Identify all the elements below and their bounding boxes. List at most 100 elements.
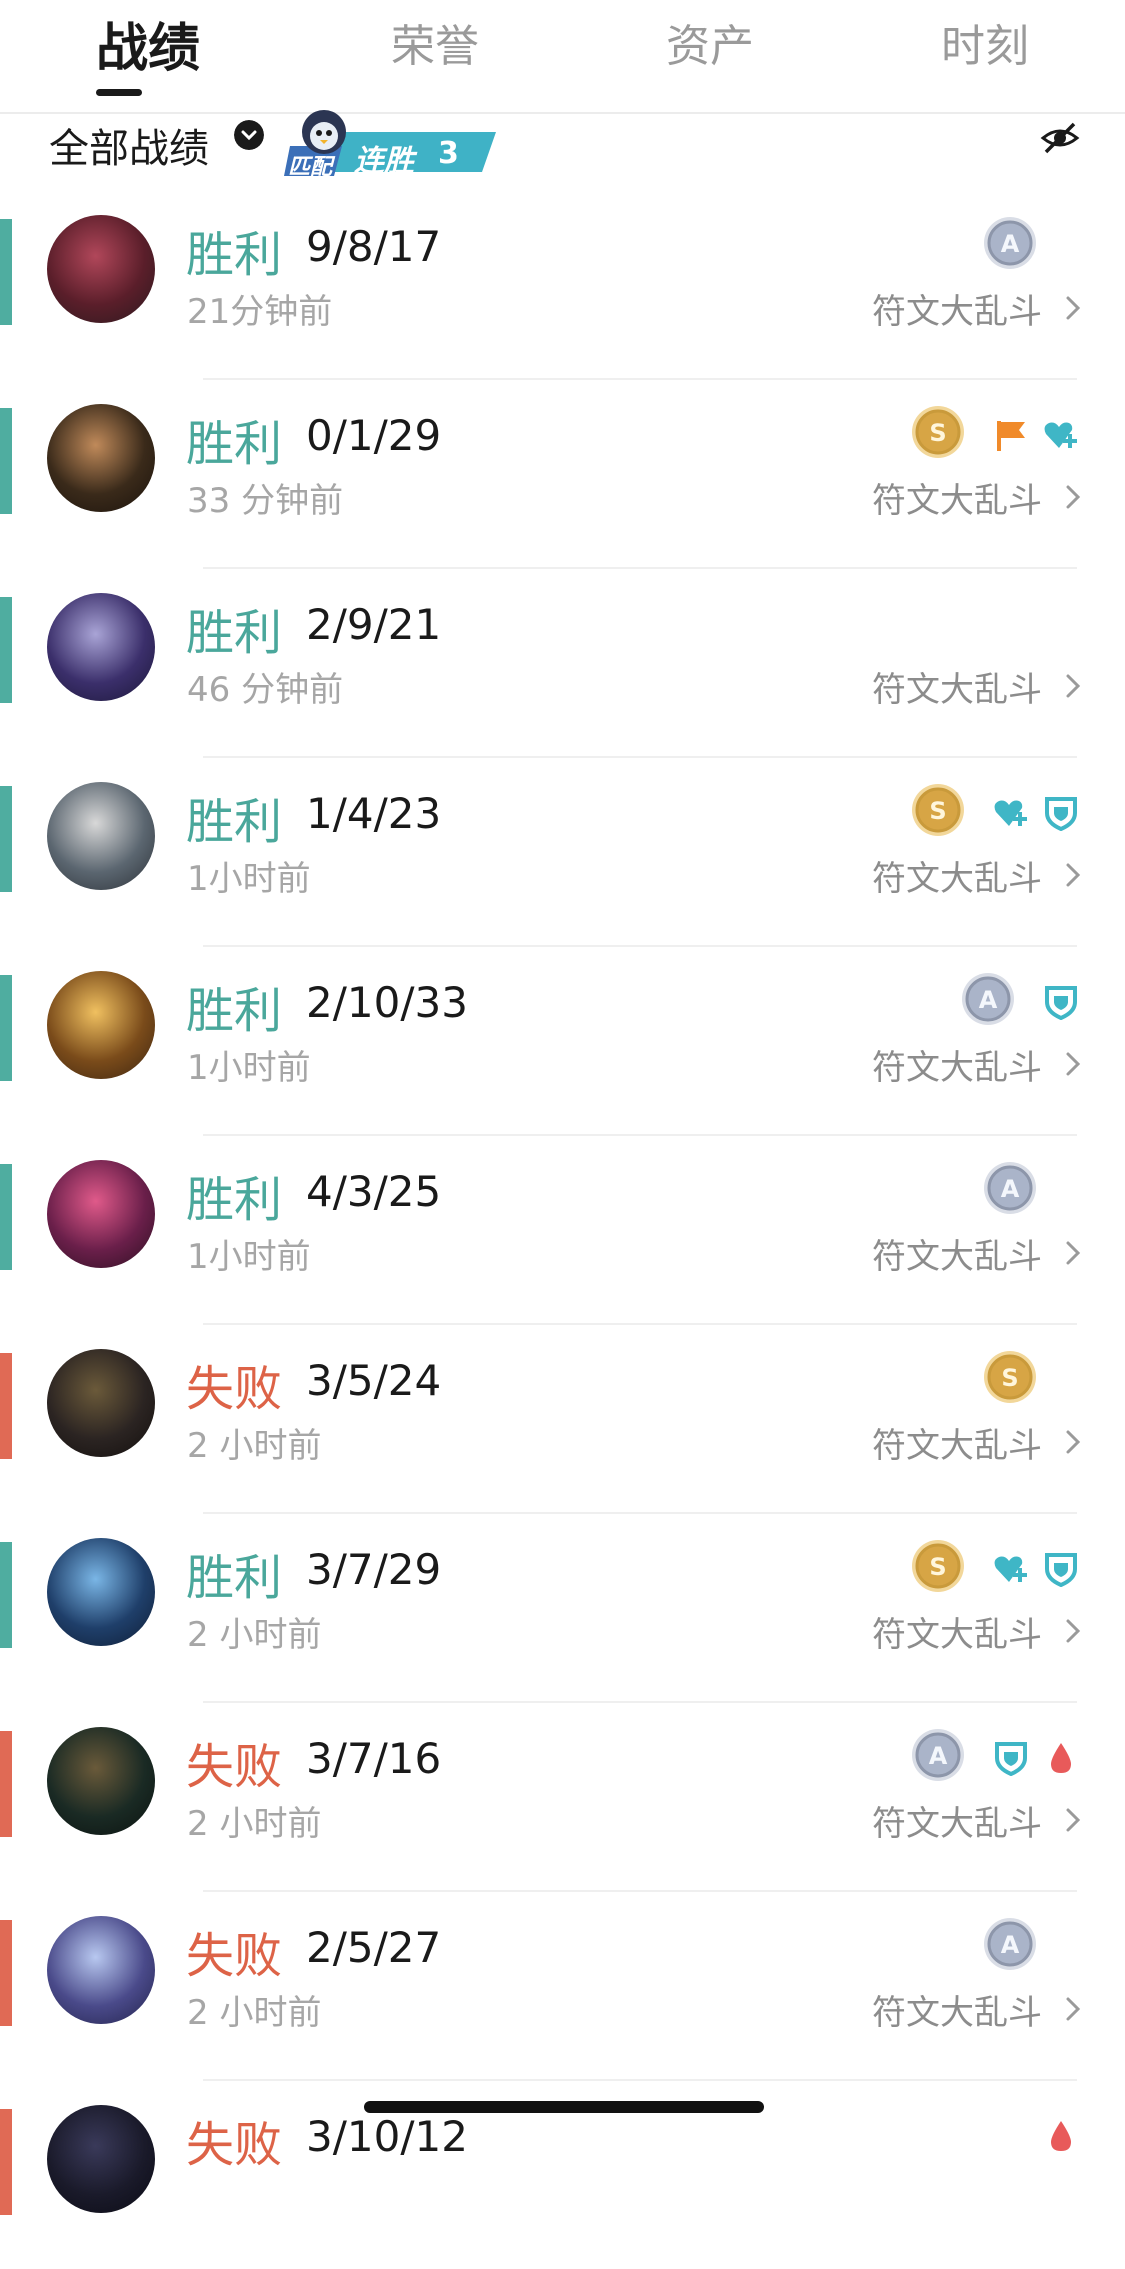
match-time: 2 小时前 [187, 1804, 322, 1844]
match-row[interactable]: 胜利 2/9/21 46 分钟前 符文大乱斗 [0, 568, 1125, 758]
match-row[interactable]: 胜利 0/1/29 33 分钟前 符文大乱斗 S [0, 379, 1125, 569]
chevron-right-icon [1066, 296, 1081, 320]
match-kda: 3/10/12 [306, 2112, 468, 2161]
champion-avatar [47, 1538, 155, 1646]
result-indicator-bar [0, 1542, 12, 1648]
rank-s-badge-icon: S [911, 1539, 965, 1593]
active-tab-indicator [96, 89, 142, 96]
svg-text:A: A [979, 986, 998, 1014]
match-kda: 2/9/21 [306, 600, 442, 649]
match-time: 2 小时前 [187, 1993, 322, 2033]
match-result: 胜利 [186, 983, 283, 1039]
svg-text:A: A [929, 1742, 948, 1770]
champion-avatar [47, 1349, 155, 1457]
result-indicator-bar [0, 2109, 12, 2215]
result-indicator-bar [0, 786, 12, 892]
result-indicator-bar [0, 597, 12, 703]
shield-icon [1043, 1551, 1079, 1588]
match-time: 46 分钟前 [187, 670, 344, 710]
match-row[interactable]: 失败 3/7/16 2 小时前 符文大乱斗 A [0, 1702, 1125, 1892]
match-row[interactable]: 胜利 1/4/23 1小时前 符文大乱斗 S [0, 757, 1125, 947]
streak-queue-label: 匹配 [288, 155, 333, 180]
shield-icon [1043, 984, 1079, 1021]
match-row[interactable]: 胜利 4/3/25 1小时前 符文大乱斗 A [0, 1135, 1125, 1325]
home-indicator [364, 2101, 764, 2113]
game-mode: 符文大乱斗 [872, 1237, 1042, 1277]
champion-avatar [47, 1160, 155, 1268]
svg-text:A: A [1001, 1175, 1020, 1203]
result-indicator-bar [0, 219, 12, 325]
svg-text:S: S [929, 419, 946, 447]
match-time: 1小时前 [187, 1048, 311, 1088]
match-result: 胜利 [186, 794, 283, 850]
shield-icon [1043, 795, 1079, 832]
streak-label: 连胜 [354, 144, 414, 179]
win-streak-badge: 匹配 连胜 3 [282, 108, 496, 180]
match-kda: 9/8/17 [306, 222, 442, 271]
filter-dropdown[interactable]: 全部战绩 [49, 116, 209, 174]
tab-moments[interactable]: 时刻 [885, 10, 1085, 74]
champion-avatar [47, 593, 155, 701]
shield-icon [993, 1740, 1029, 1777]
match-row[interactable]: 失败 3/5/24 2 小时前 符文大乱斗 S [0, 1324, 1125, 1514]
champion-avatar [47, 971, 155, 1079]
filter-bar: 全部战绩 [0, 112, 1125, 188]
blood-drop-icon [1043, 2118, 1079, 2154]
streak-count: 3 [438, 136, 459, 171]
svg-text:A: A [1001, 1931, 1020, 1959]
match-result: 失败 [186, 1361, 283, 1417]
match-kda: 4/3/25 [306, 1167, 442, 1216]
hide-eye-icon[interactable] [1040, 118, 1080, 158]
result-indicator-bar [0, 1164, 12, 1270]
chevron-right-icon [1066, 1808, 1081, 1832]
rank-a-badge-icon: A [983, 1161, 1037, 1215]
result-indicator-bar [0, 408, 12, 514]
match-time: 1小时前 [187, 1237, 311, 1277]
match-time: 2 小时前 [187, 1426, 322, 1466]
match-row[interactable]: 胜利 3/7/29 2 小时前 符文大乱斗 S [0, 1513, 1125, 1703]
rank-a-badge-icon: A [983, 216, 1037, 270]
champion-avatar [47, 215, 155, 323]
match-result: 胜利 [186, 416, 283, 472]
game-mode: 符文大乱斗 [872, 1993, 1042, 2033]
match-kda: 1/4/23 [306, 789, 442, 838]
champion-avatar [47, 404, 155, 512]
heal-icon [1043, 417, 1079, 453]
chevron-down-icon[interactable] [234, 120, 264, 150]
svg-text:S: S [929, 1553, 946, 1581]
blood-drop-icon [1043, 1740, 1079, 1776]
chevron-right-icon [1066, 1430, 1081, 1454]
top-tab-bar: 战绩 荣誉 资产 时刻 [0, 0, 1125, 114]
tab-record[interactable]: 战绩 [48, 6, 248, 81]
match-row[interactable]: 失败 2/5/27 2 小时前 符文大乱斗 A [0, 1891, 1125, 2081]
champion-avatar [47, 2105, 155, 2213]
match-kda: 0/1/29 [306, 411, 442, 460]
flag-icon [993, 417, 1029, 453]
rank-a-badge-icon: A [911, 1728, 965, 1782]
rank-a-badge-icon: A [961, 972, 1015, 1026]
result-indicator-bar [0, 975, 12, 1081]
match-row[interactable]: 胜利 9/8/17 21分钟前 符文大乱斗 A [0, 190, 1125, 380]
game-mode: 符文大乱斗 [872, 481, 1042, 521]
match-result: 胜利 [186, 1172, 283, 1228]
result-indicator-bar [0, 1731, 12, 1837]
rank-s-badge-icon: S [911, 405, 965, 459]
svg-text:A: A [1001, 230, 1020, 258]
match-result: 胜利 [186, 605, 283, 661]
tab-honor[interactable]: 荣誉 [335, 10, 535, 74]
game-mode: 符文大乱斗 [872, 1804, 1042, 1844]
game-mode: 符文大乱斗 [872, 1426, 1042, 1466]
game-mode: 符文大乱斗 [872, 1615, 1042, 1655]
match-kda: 2/10/33 [306, 978, 468, 1027]
rank-s-badge-icon: S [983, 1350, 1037, 1404]
tab-assets[interactable]: 资产 [610, 10, 810, 74]
chevron-right-icon [1066, 485, 1081, 509]
match-result: 胜利 [186, 1550, 283, 1606]
chevron-right-icon [1066, 674, 1081, 698]
game-mode: 符文大乱斗 [872, 670, 1042, 710]
match-result: 失败 [186, 1928, 283, 1984]
match-result: 胜利 [186, 227, 283, 283]
match-row[interactable]: 胜利 2/10/33 1小时前 符文大乱斗 A [0, 946, 1125, 1136]
heal-icon [993, 1551, 1029, 1587]
chevron-right-icon [1066, 1619, 1081, 1643]
